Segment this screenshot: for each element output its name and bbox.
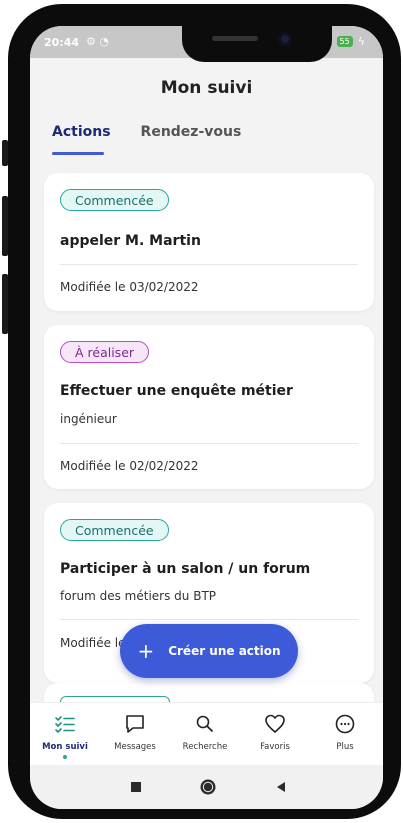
nav-plus[interactable]: Plus	[310, 703, 380, 765]
create-action-button[interactable]: + Créer une action	[120, 624, 298, 678]
tab-rendez-vous-label: Rendez-vous	[140, 124, 242, 140]
action-title: appeler M. Martin	[60, 233, 201, 249]
recent-apps-icon[interactable]	[129, 780, 143, 794]
system-navigation-bar	[30, 765, 383, 809]
plus-icon: +	[137, 639, 155, 663]
nav-plus-label: Plus	[336, 742, 354, 752]
action-card[interactable]: Commencée appeler M. Martin Modifiée le …	[44, 173, 374, 311]
battery-icon: 55	[336, 36, 353, 47]
checklist-icon	[55, 716, 75, 734]
more-icon	[335, 714, 355, 734]
page-title: Mon suivi	[160, 78, 253, 98]
modified-date: Modifiée le	[60, 636, 126, 650]
nav-favoris-label: Favoris	[260, 742, 290, 752]
active-nav-indicator	[63, 755, 67, 759]
screen: 20:44 ⚙ ◔ ▮▮ ◠ 55 ϟ Mon suivi Actions Re…	[30, 26, 383, 809]
nav-mon-suivi-label: Mon suivi	[42, 742, 88, 752]
nav-recherche-label: Recherche	[182, 742, 228, 752]
action-title: Participer à un salon / un forum	[60, 561, 311, 577]
tab-actions-label: Actions	[52, 124, 111, 140]
card-divider	[60, 443, 358, 444]
action-title: Effectuer une enquête métier	[60, 383, 293, 399]
nav-messages-label: Messages	[114, 742, 156, 752]
card-divider	[60, 264, 358, 265]
back-icon[interactable]	[274, 780, 288, 794]
action-subtitle: forum des métiers du BTP	[60, 589, 217, 603]
heart-icon	[265, 714, 285, 733]
bottom-navigation: Mon suivi Messages Recherche Favoris Plu…	[30, 702, 383, 765]
tab-rendez-vous[interactable]: Rendez-vous	[141, 124, 242, 140]
nav-mon-suivi[interactable]: Mon suivi	[30, 703, 100, 765]
create-action-label: Créer une action	[168, 644, 281, 658]
status-badge: Commencée	[60, 519, 169, 541]
home-icon[interactable]	[198, 777, 218, 797]
status-badge: Commencée	[60, 189, 169, 211]
tab-actions[interactable]: Actions	[52, 124, 111, 155]
active-tab-indicator	[52, 152, 104, 155]
camera-notch	[182, 26, 332, 62]
front-camera	[278, 32, 292, 46]
modified-date: Modifiée le 02/02/2022	[60, 459, 199, 473]
chat-icon	[126, 715, 144, 733]
action-card[interactable]: À réaliser Effectuer une enquête métier …	[44, 325, 374, 489]
search-icon	[196, 715, 213, 732]
action-subtitle: ingénieur	[60, 412, 117, 426]
speaker-grille	[212, 36, 258, 41]
tab-bar: Actions Rendez-vous	[52, 124, 242, 155]
status-badge: À réaliser	[60, 341, 150, 363]
notification-icons: ⚙ ◔	[86, 35, 109, 48]
modified-date: Modifiée le 03/02/2022	[60, 280, 199, 294]
charging-icon: ϟ	[357, 35, 365, 48]
card-divider	[60, 619, 358, 620]
phone-frame: 20:44 ⚙ ◔ ▮▮ ◠ 55 ϟ Mon suivi Actions Re…	[8, 4, 401, 819]
nav-messages[interactable]: Messages	[100, 703, 170, 765]
nav-recherche[interactable]: Recherche	[170, 703, 240, 765]
status-time: 20:44	[44, 36, 80, 49]
nav-favoris[interactable]: Favoris	[240, 703, 310, 765]
